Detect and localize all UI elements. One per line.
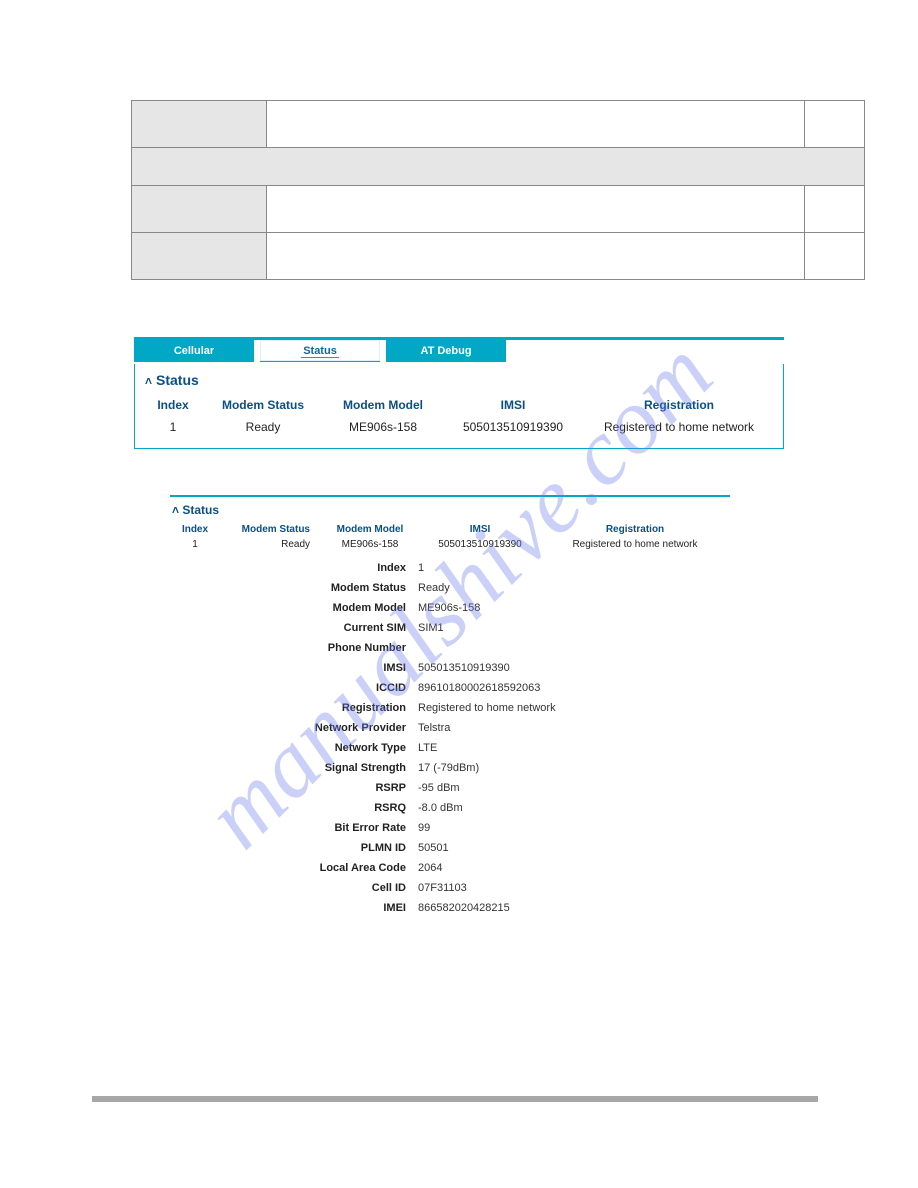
col-registration: Registration: [583, 394, 775, 416]
detail-row: IMSI505013510919390: [170, 658, 730, 678]
detail-value: [418, 642, 730, 654]
table-row[interactable]: 1 Ready ME906s-158 505013510919390 Regis…: [143, 416, 775, 438]
detail-value: LTE: [418, 742, 730, 754]
detail-row: Modem ModelME906s-158: [170, 598, 730, 618]
detail-value: 2064: [418, 862, 730, 874]
tab-cellular[interactable]: Cellular: [134, 340, 254, 362]
detail-label: PLMN ID: [170, 842, 418, 854]
detail-row: Local Area Code2064: [170, 858, 730, 878]
detail-list: Index1Modem StatusReadyModem ModelME906s…: [170, 558, 730, 918]
detail-row: ICCID89610180002618592063: [170, 678, 730, 698]
detail-row: Phone Number: [170, 638, 730, 658]
detail-row: Modem StatusReady: [170, 578, 730, 598]
cell-modem-status: Ready: [203, 416, 323, 438]
status-panel: Cellular Status AT Debug ˄ Status Index M…: [134, 337, 784, 449]
col-index: Index: [143, 394, 203, 416]
cell-modem-status: Ready: [220, 537, 320, 552]
status-title2-text: Status: [182, 503, 219, 517]
status-box: ˄ Status Index Modem Status Modem Model I…: [134, 364, 784, 449]
cell-registration: Registered to home network: [540, 537, 730, 552]
detail-label: RSRQ: [170, 802, 418, 814]
status-section-header[interactable]: ˄ Status: [143, 370, 775, 394]
detail-label: Index: [170, 562, 418, 574]
detail-label: Current SIM: [170, 622, 418, 634]
cell-index: 1: [143, 416, 203, 438]
caret-up-icon: ˄: [172, 503, 182, 517]
status-title-text: Status: [156, 372, 199, 388]
detail-row: Cell ID07F31103: [170, 878, 730, 898]
cell-modem-model: ME906s-158: [323, 416, 443, 438]
detail-value: Ready: [418, 582, 730, 594]
detail-label: IMSI: [170, 662, 418, 674]
detail-value: ME906s-158: [418, 602, 730, 614]
status-section-header-2[interactable]: ˄ Status: [170, 500, 730, 522]
detail-label: Network Provider: [170, 722, 418, 734]
detail-label: IMEI: [170, 902, 418, 914]
detail-row: Signal Strength17 (-79dBm): [170, 758, 730, 778]
detail-label: Cell ID: [170, 882, 418, 894]
detail-label: ICCID: [170, 682, 418, 694]
detail-label: Bit Error Rate: [170, 822, 418, 834]
detail-row: Bit Error Rate99: [170, 818, 730, 838]
detail-value: -95 dBm: [418, 782, 730, 794]
detail-row: Network ProviderTelstra: [170, 718, 730, 738]
tab-status[interactable]: Status: [260, 340, 380, 362]
detail-value: SIM1: [418, 622, 730, 634]
detail-row: RSRP-95 dBm: [170, 778, 730, 798]
doc-table-placeholder: [131, 100, 865, 280]
detail-value: Registered to home network: [418, 702, 730, 714]
detail-value: 89610180002618592063: [418, 682, 730, 694]
detail-value: 17 (-79dBm): [418, 762, 730, 774]
cell-index: 1: [170, 537, 220, 552]
detail-label: Network Type: [170, 742, 418, 754]
detail-label: Modem Model: [170, 602, 418, 614]
detail-value: 50501: [418, 842, 730, 854]
detail-value: 1: [418, 562, 730, 574]
detail-row: PLMN ID50501: [170, 838, 730, 858]
detail-row: Current SIMSIM1: [170, 618, 730, 638]
tab-at-debug[interactable]: AT Debug: [386, 340, 506, 362]
detail-label: Registration: [170, 702, 418, 714]
panel2-top-border: [170, 495, 730, 497]
detail-row: RegistrationRegistered to home network: [170, 698, 730, 718]
cell-registration: Registered to home network: [583, 416, 775, 438]
detail-label: Local Area Code: [170, 862, 418, 874]
footer-divider: [92, 1096, 818, 1102]
detail-value: Telstra: [418, 722, 730, 734]
cell-modem-model: ME906s-158: [320, 537, 420, 552]
detail-value: 505013510919390: [418, 662, 730, 674]
col-modem-status: Modem Status: [220, 522, 320, 537]
detail-value: -8.0 dBm: [418, 802, 730, 814]
col-index: Index: [170, 522, 220, 537]
col-imsi: IMSI: [420, 522, 540, 537]
caret-up-icon: ˄: [145, 374, 152, 388]
col-modem-model: Modem Model: [320, 522, 420, 537]
cell-imsi: 505013510919390: [420, 537, 540, 552]
col-registration: Registration: [540, 522, 730, 537]
status-detail-panel: ˄ Status Index Modem Status Modem Model …: [170, 495, 730, 918]
detail-row: IMEI866582020428215: [170, 898, 730, 918]
detail-label: Phone Number: [170, 642, 418, 654]
detail-value: 99: [418, 822, 730, 834]
status-summary-table-2: Index Modem Status Modem Model IMSI Regi…: [170, 522, 730, 552]
table-row[interactable]: 1 Ready ME906s-158 505013510919390 Regis…: [170, 537, 730, 552]
status-summary-table: Index Modem Status Modem Model IMSI Regi…: [143, 394, 775, 438]
detail-value: 07F31103: [418, 882, 730, 894]
detail-label: Modem Status: [170, 582, 418, 594]
col-modem-model: Modem Model: [323, 394, 443, 416]
detail-label: Signal Strength: [170, 762, 418, 774]
col-modem-status: Modem Status: [203, 394, 323, 416]
detail-row: Network TypeLTE: [170, 738, 730, 758]
table-header-row: Index Modem Status Modem Model IMSI Regi…: [170, 522, 730, 537]
detail-row: Index1: [170, 558, 730, 578]
table-header-row: Index Modem Status Modem Model IMSI Regi…: [143, 394, 775, 416]
col-imsi: IMSI: [443, 394, 583, 416]
detail-value: 866582020428215: [418, 902, 730, 914]
detail-row: RSRQ-8.0 dBm: [170, 798, 730, 818]
detail-label: RSRP: [170, 782, 418, 794]
tab-status-label: Status: [301, 345, 339, 358]
cell-imsi: 505013510919390: [443, 416, 583, 438]
tab-row: Cellular Status AT Debug: [134, 340, 784, 362]
